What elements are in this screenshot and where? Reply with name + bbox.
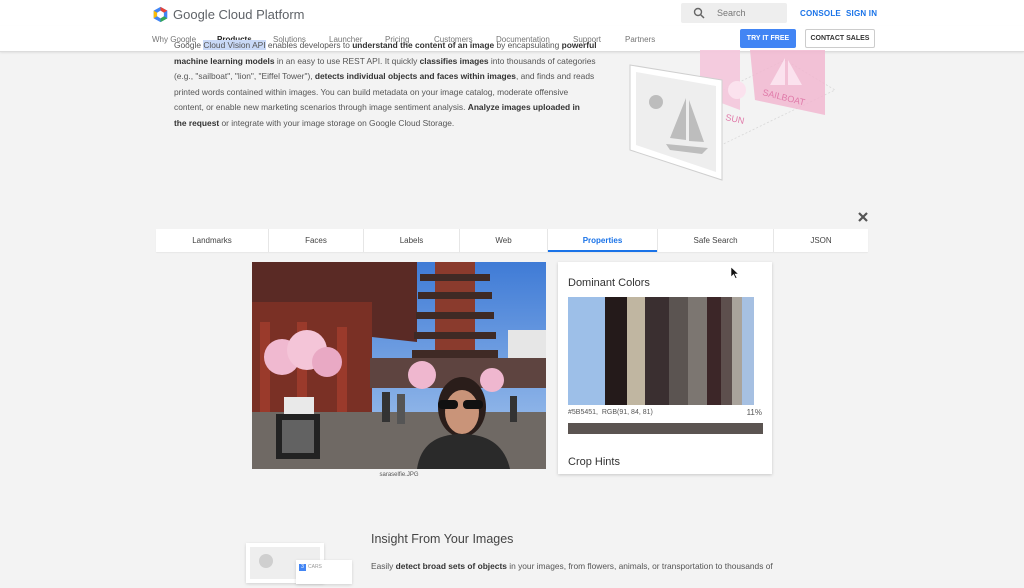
- google-cloud-hexagon-icon: [153, 6, 168, 22]
- intro-line-2: machine learning models in an easy to us…: [174, 55, 596, 66]
- insight-label-card: 3 CARS: [296, 560, 352, 584]
- try-it-free-button[interactable]: TRY IT FREE: [740, 29, 796, 48]
- color-swatch[interactable]: [568, 297, 605, 405]
- color-swatch[interactable]: [707, 297, 721, 405]
- color-swatch[interactable]: [669, 297, 688, 405]
- tab-faces[interactable]: Faces: [269, 229, 364, 252]
- tab-labels[interactable]: Labels: [364, 229, 460, 252]
- intro-line-6: the request or integrate with your image…: [174, 117, 455, 128]
- insight-section-title: Insight From Your Images: [371, 532, 514, 546]
- search-icon: [693, 7, 705, 19]
- svg-text:SUN: SUN: [725, 112, 746, 126]
- photo-filename: saraselfie.JPG: [379, 472, 419, 478]
- console-link[interactable]: CONSOLE: [800, 9, 841, 18]
- dominant-color-swatches: [568, 297, 754, 405]
- intro-line-1: Google Cloud Vision API enables develope…: [174, 40, 597, 50]
- cloud-vision-api-link[interactable]: Cloud Vision API: [203, 40, 266, 50]
- tab-json[interactable]: JSON: [774, 229, 868, 252]
- label-text: CARS: [308, 564, 322, 570]
- brand-name: Google Cloud Platform: [173, 6, 305, 22]
- color-swatch[interactable]: [732, 297, 742, 405]
- label-count-badge: 3: [299, 564, 306, 571]
- search-input[interactable]: Search: [681, 3, 787, 23]
- color-swatch[interactable]: [627, 297, 645, 405]
- properties-panel: Dominant Colors #5B5451, RGB(91, 84, 81)…: [558, 262, 772, 474]
- mouse-cursor-icon: [731, 267, 739, 279]
- product-description: Google Cloud Vision API enables develope…: [174, 40, 604, 131]
- sign-in-link[interactable]: SIGN IN: [846, 9, 877, 18]
- tab-landmarks[interactable]: Landmarks: [156, 229, 269, 252]
- search-placeholder: Search: [717, 8, 746, 18]
- color-swatch[interactable]: [742, 297, 754, 405]
- intro-line-5: content, or enable new marketing scenari…: [174, 102, 580, 112]
- crop-hints-title[interactable]: Crop Hints: [568, 456, 620, 468]
- intro-line-3: (e.g., "sailboat", "lion", "Eiffel Tower…: [174, 71, 595, 81]
- close-icon[interactable]: [856, 210, 870, 224]
- intro-line-4: printed words contained within images. Y…: [174, 86, 569, 97]
- uploaded-photo: [252, 262, 546, 469]
- vision-api-illustration: SUN SAILBOAT: [629, 50, 836, 181]
- tab-web[interactable]: Web: [460, 229, 548, 252]
- color-swatch[interactable]: [645, 297, 669, 405]
- color-swatch[interactable]: [605, 297, 627, 405]
- color-swatch[interactable]: [688, 297, 707, 405]
- selected-color-rgb: RGB(91, 84, 81): [601, 409, 653, 416]
- selected-color-percentage: 11%: [746, 408, 762, 417]
- color-swatch[interactable]: [721, 297, 732, 405]
- insight-section-text: Easily detect broad sets of objects in y…: [371, 561, 773, 571]
- dominant-colors-title: Dominant Colors: [568, 277, 650, 289]
- selected-color-info: #5B5451, RGB(91, 84, 81): [568, 409, 653, 416]
- brand-logo[interactable]: Google Cloud Platform: [152, 5, 305, 23]
- selected-color-bar: [568, 423, 763, 434]
- analysis-tabs: Landmarks Faces Labels Web Properties Sa…: [156, 229, 868, 252]
- tab-properties[interactable]: Properties: [548, 229, 658, 252]
- selected-color-hex: #5B5451: [568, 409, 597, 416]
- top-bar: Google Cloud Platform Search CONSOLE SIG…: [0, 0, 1024, 26]
- nav-item-partners[interactable]: Partners: [625, 35, 655, 44]
- tab-safe-search[interactable]: Safe Search: [658, 229, 774, 252]
- contact-sales-button[interactable]: CONTACT SALES: [805, 29, 875, 48]
